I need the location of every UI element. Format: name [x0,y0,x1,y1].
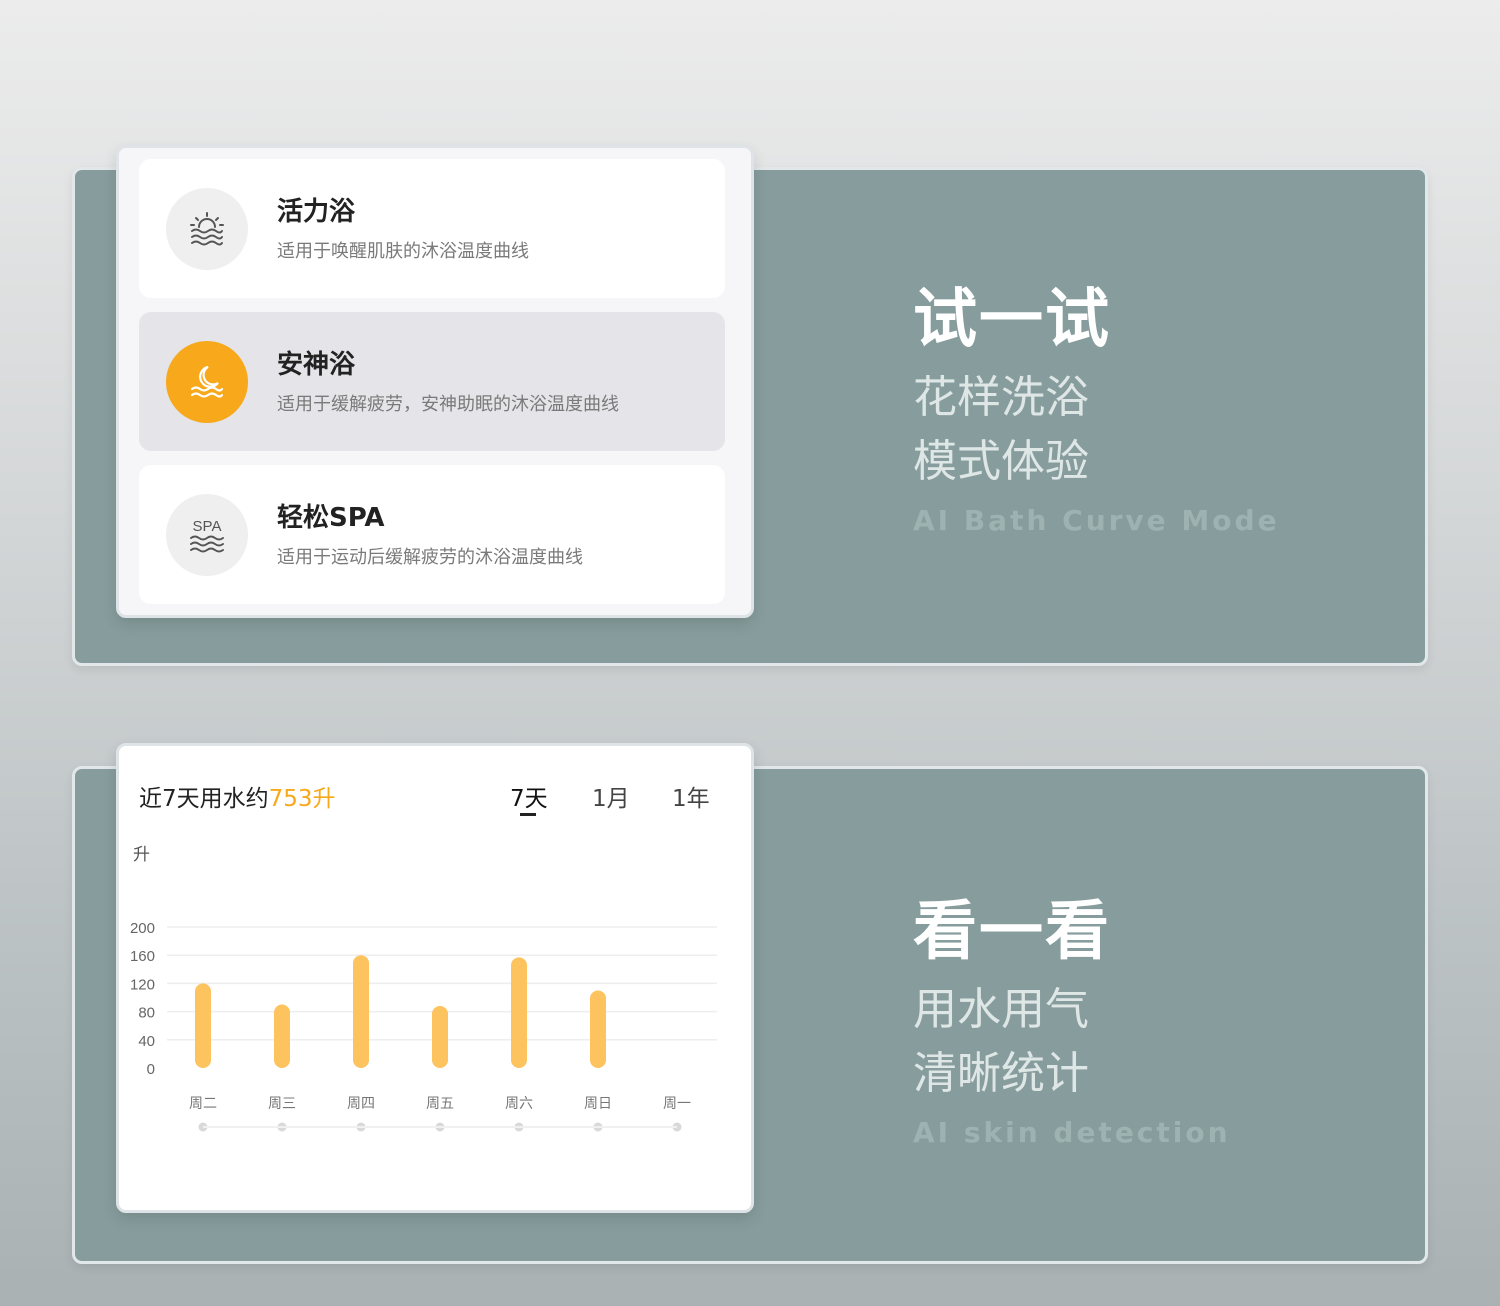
bath-mode-card: 活力浴 适用于唤醒肌肤的沐浴温度曲线 安神浴 适用于缓解疲劳，安神助眠的沐浴温度… [116,145,754,618]
mode-title: 活力浴 [277,197,356,227]
mode-title: 安神浴 [277,350,356,380]
y-tick-label: 80 [138,1005,155,1022]
bar [432,1005,448,1068]
y-tick-label: 200 [130,920,155,937]
section-subtitle-line1: 用水用气 [913,984,1089,1035]
x-category-label: 周五 [426,1095,454,1111]
y-tick-label: 40 [138,1033,155,1050]
section-look-text: 看一看 用水用气 清晰统计 AI skin detection [913,880,1231,1149]
section-subtitle-line1: 花样洗浴 [913,372,1089,423]
y-tick-label: 160 [130,948,155,965]
section-english-caption: AI skin detection [913,1116,1231,1149]
spa-waves-icon: SPA [166,494,248,576]
bar [274,1004,290,1068]
bar [353,955,369,1068]
water-usage-card: 近7天用水约753升 7天 1月 1年 升 0 40 80 120 160 200 周二 周三周… [116,743,754,1213]
x-category-label: 周三 [268,1095,296,1111]
mode-item-calm[interactable]: 安神浴 适用于缓解疲劳，安神助眠的沐浴温度曲线 [139,312,725,451]
y-tick-label: 120 [130,976,155,993]
mode-description: 适用于唤醒肌肤的沐浴温度曲线 [277,241,529,262]
moon-waves-icon [166,341,248,423]
water-usage-bar-chart: 升 0 40 80 120 160 200 周二 周三 周四 周五 周六 周日 周一 [130,845,717,1132]
sunrise-waves-icon [166,188,248,270]
section-subtitle-line2: 模式体验 [913,436,1089,487]
mode-description: 适用于运动后缓解疲劳的沐浴温度曲线 [277,547,583,568]
mode-description: 适用于缓解疲劳，安神助眠的沐浴温度曲线 [277,394,619,415]
y-unit-label: 升 [133,845,150,864]
section-try-text: 试一试 花样洗浴 模式体验 AI Bath Curve Mode [913,268,1280,537]
section-subtitle-line2: 清晰统计 [913,1048,1089,1099]
x-category-label: 周四 [347,1095,375,1111]
mode-item-vitality[interactable]: 活力浴 适用于唤醒肌肤的沐浴温度曲线 [139,159,725,298]
section-title: 试一试 [913,283,1111,357]
bar [195,983,211,1068]
x-category-label: 周六 [505,1095,533,1111]
bar [511,957,527,1068]
x-category-label: 周日 [584,1095,612,1111]
bar [590,990,606,1068]
section-title: 看一看 [913,895,1111,969]
mode-item-spa[interactable]: SPA 轻松SPA 适用于运动后缓解疲劳的沐浴温度曲线 [139,465,725,604]
y-tick-label: 0 [147,1061,155,1078]
x-category-label: 周二 [189,1095,217,1111]
mode-title: 轻松SPA [277,503,385,533]
x-category-label: 周一 [663,1095,691,1111]
spa-icon-label: SPA [193,518,222,535]
section-english-caption: AI Bath Curve Mode [913,504,1280,537]
